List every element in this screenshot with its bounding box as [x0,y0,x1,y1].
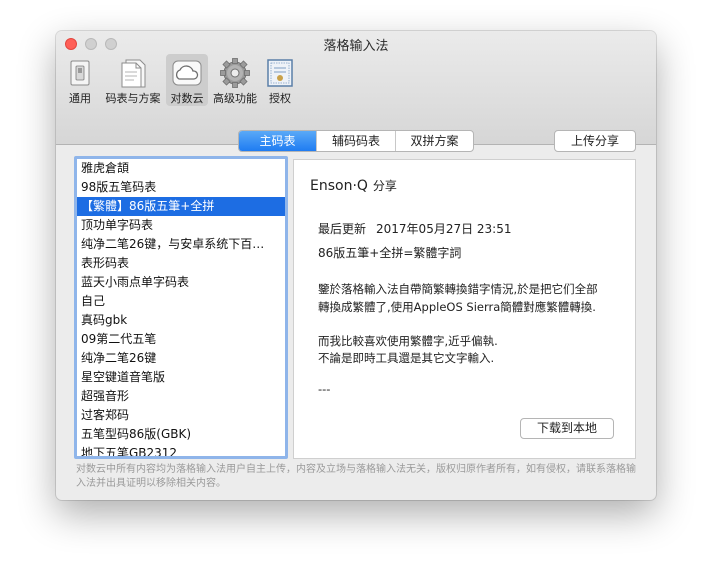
description-line: 而我比較喜欢使用繁體字,近乎偏執. [318,334,498,348]
description-line: --- [318,382,331,396]
toolbar-advanced[interactable]: 高级功能 [210,54,260,106]
list-item[interactable]: 09第二代五笔 [77,330,285,349]
list-item[interactable]: 超强音形 [77,387,285,406]
updated-date: 2017年05月27日 23:51 [376,222,512,236]
preferences-window: 落格输入法 通用 码表与方案 对数云 高级功能 授权 主码表 辅码码表 双拼方案… [56,31,656,500]
last-updated: 最后更新 2017年05月27日 23:51 [318,220,512,237]
toolbar-label: 对数云 [170,92,204,105]
detail-panel: Enson·Q 分享 最后更新 2017年05月27日 23:51 86版五筆+全拼… [293,159,636,459]
toolbar-label: 通用 [69,92,91,105]
tab-main-table[interactable]: 主码表 [239,131,317,151]
documents-icon [121,59,146,88]
toolbar-label: 码表与方案 [105,92,161,105]
list-item[interactable]: 真码gbk [77,311,285,330]
tab-shuangpin[interactable]: 双拼方案 [396,131,473,151]
list-item[interactable]: 过客郑码 [77,406,285,425]
toolbar-label: 授权 [269,92,291,105]
toolbar-tables[interactable]: 码表与方案 [102,54,164,106]
list-item[interactable]: 蓝天小雨点单字码表 [77,273,285,292]
list-item[interactable]: 星空键道音笔版 [77,368,285,387]
list-item[interactable]: 纯净二笔26键，与安卓系统下百… [77,235,285,254]
segmented-control: 主码表 辅码码表 双拼方案 [238,130,474,152]
updated-label: 最后更新 [318,222,367,236]
list-item[interactable]: 顶功单字码表 [77,216,285,235]
titlebar: 落格输入法 通用 码表与方案 对数云 高级功能 授权 [56,31,656,145]
certificate-icon [267,59,293,87]
list-item-selected[interactable]: 【繁體】86版五筆+全拼 [77,197,285,216]
toolbar-license[interactable]: 授权 [262,54,298,106]
list-item[interactable]: 表形码表 [77,254,285,273]
upload-share-button[interactable]: 上传分享 [554,130,636,152]
description-line: 不論是即時工具還是其它文字輸入. [318,351,495,365]
list-item[interactable]: 98版五笔码表 [77,178,285,197]
list-item[interactable]: 纯净二笔26键 [77,349,285,368]
disclaimer-text: 对数云中所有内容均为落格输入法用户自主上传，内容及立场与落格输入法无关，版权归原… [76,464,636,489]
list-item[interactable]: 自己 [77,292,285,311]
share-suffix: 分享 [372,179,397,193]
window-title: 落格输入法 [323,39,389,54]
switch-icon [70,60,90,86]
toolbar-cloud[interactable]: 对数云 [166,54,208,106]
cloud-icon [172,60,202,86]
list-item[interactable]: 地下五笔GB2312 [77,444,285,456]
toolbar-label: 高级功能 [213,92,257,105]
list-item[interactable]: 五笔型码86版(GBK) [77,425,285,444]
description-line: 轉換成繁體了,使用AppleOS Sierra簡體對應繁體轉換. [318,300,596,314]
table-list[interactable]: 雅虎倉頡 98版五笔码表 【繁體】86版五筆+全拼 顶功单字码表 纯净二笔26键… [74,156,288,459]
gear-icon [220,58,250,88]
description-title: 86版五筆+全拼=繁體字詞 [318,246,462,260]
toolbar-general[interactable]: 通用 [60,54,100,106]
author-name: Enson·Q [310,178,368,194]
download-button[interactable]: 下载到本地 [520,418,614,439]
author-heading: Enson·Q 分享 [310,177,397,194]
description-line: 鑒於落格輸入法自帶簡繁轉換錯字情況,於是把它们全部 [318,282,598,296]
list-item[interactable]: 雅虎倉頡 [77,159,285,178]
tab-aux-table[interactable]: 辅码码表 [317,131,396,151]
